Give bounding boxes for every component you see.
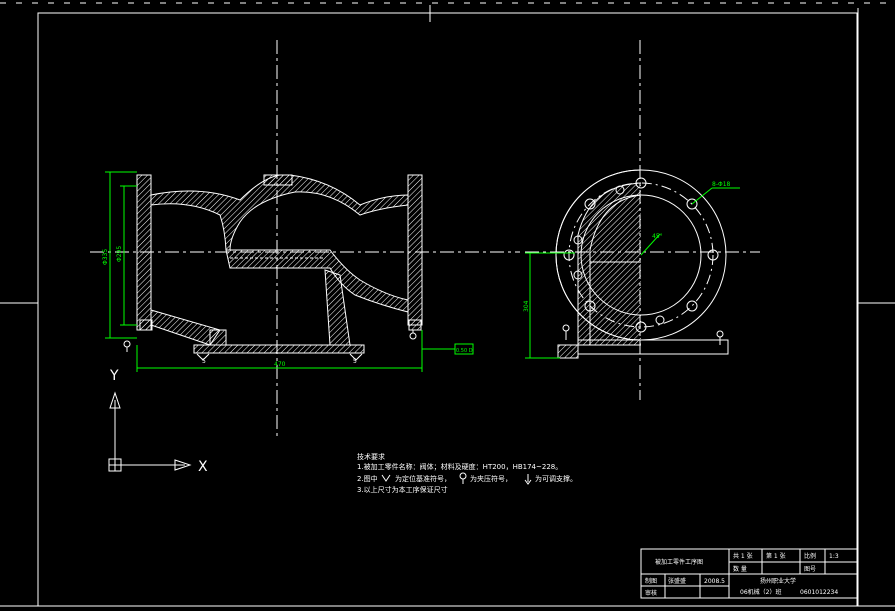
tb-drawn-name: 张盛盛 [668,577,686,585]
notes-line-2d: 为可调支撑。 [535,474,577,483]
tb-student-no: 0601012234 [800,589,838,596]
tb-class-info: 06机械（2）班 [740,588,781,596]
screen-edges [0,2,895,607]
front-section-view [136,174,423,354]
dim-end-height: 304 [523,300,530,312]
tb-sheets-total: 共 1 张 [733,552,753,560]
tb-checked-label: 审核 [645,589,657,597]
tb-school: 扬州职业大学 [760,577,796,585]
tb-quantity-label: 数 量 [733,565,747,573]
ucs-y-label: Y [109,368,119,384]
notes-line-1: 1.被加工零件名称：阀体；材料及硬度：HT200，HB174~228。 [357,462,562,471]
cad-drawing-canvas: 470 Φ335 Φ295 0.50 D 5 5 304 8-Φ18 45° Y… [0,2,895,607]
ucs-labels: Y X [109,368,208,475]
tb-date: 2008.5 [704,578,725,585]
notes-heading: 技术要求 [357,452,385,461]
dim-bolt-holes: 8-Φ18 [712,181,731,188]
dim-tolerance: 0.50 D [456,348,473,354]
notes-line-2a: 2.图中 [357,474,378,483]
drawing-border [37,8,859,607]
tb-scale-label: 比例 [804,552,816,560]
tb-sheet-no: 第 1 张 [766,552,786,560]
technical-notes: 技术要求 1.被加工零件名称：阀体；材料及硬度：HT200，HB174~228。… [357,452,577,494]
ucs-x-label: X [198,459,208,475]
dim-flange-outer: Φ335 [102,249,109,265]
border-center-marks [0,5,895,304]
ucs-icon [108,391,192,472]
tb-drawing-name: 被加工零件工序图 [655,558,703,566]
notes-line-2c: 为夹压符号， [470,474,512,483]
notes-line-3: 3.以上尺寸为本工序保证尺寸 [357,485,448,494]
tb-drawing-no-label: 图号 [804,566,816,573]
dim-angle: 45° [652,233,663,240]
end-view [555,169,729,359]
dim-overall-length: 470 [274,361,286,368]
notes-line-2b: 为定位基准符号， [395,474,451,483]
dim-flange-inner: Φ295 [116,246,123,262]
tb-scale-value: 1:3 [829,553,839,560]
left-view-centerlines [90,40,760,440]
tb-drawn-label: 制图 [645,577,657,585]
